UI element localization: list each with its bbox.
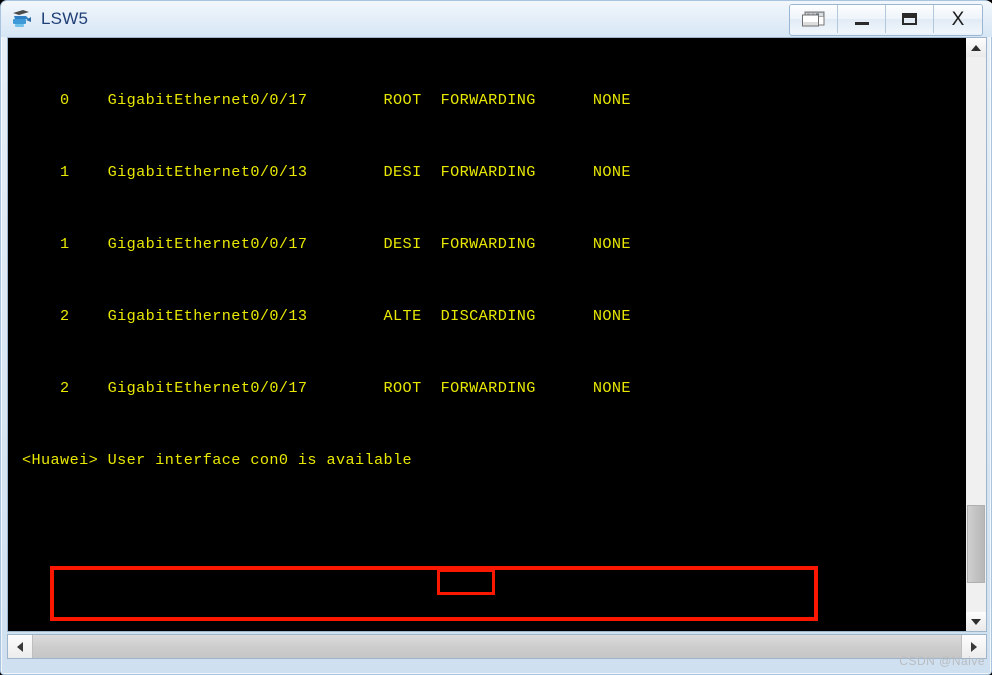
chevron-left-icon — [17, 641, 23, 652]
close-icon: X — [951, 8, 965, 30]
terminal-area: 0 GigabitEthernet0/0/17 ROOT FORWARDING … — [7, 37, 987, 632]
scroll-left-button[interactable] — [8, 635, 32, 658]
terminal-line: 1 GigabitEthernet0/0/13 DESI FORWARDING … — [22, 163, 631, 181]
title-bar[interactable]: LSW5 X — [1, 1, 992, 37]
terminal-window: LSW5 X 0 GigabitEthernet0/0/17 ROOT FORW… — [0, 0, 992, 675]
title-bar-left: LSW5 — [1, 1, 88, 37]
terminal-line: 2 GigabitEthernet0/0/17 ROOT FORWARDING … — [22, 379, 631, 397]
scroll-down-button[interactable] — [966, 612, 986, 631]
terminal-line: 0 GigabitEthernet0/0/17 ROOT FORWARDING … — [22, 91, 631, 109]
vertical-scrollbar-thumb[interactable] — [967, 505, 985, 583]
terminal-line: 2 GigabitEthernet0/0/13 ALTE DISCARDING … — [22, 307, 631, 325]
terminal-line: <Huawei> User interface con0 is availabl… — [22, 451, 413, 469]
maximize-button[interactable] — [886, 5, 934, 33]
terminal-line: 1 GigabitEthernet0/0/17 DESI FORWARDING … — [22, 235, 631, 253]
scroll-up-button[interactable] — [966, 38, 986, 57]
tile-windows-button[interactable] — [790, 5, 838, 33]
minimize-icon — [854, 21, 869, 25]
horizontal-scrollbar-thumb[interactable] — [32, 635, 962, 658]
vertical-scrollbar[interactable] — [965, 38, 986, 631]
horizontal-scrollbar[interactable] — [7, 634, 987, 659]
window-title: LSW5 — [41, 9, 89, 28]
maximize-icon — [902, 13, 917, 25]
chevron-right-icon — [971, 641, 977, 652]
terminal-output[interactable]: 0 GigabitEthernet0/0/17 ROOT FORWARDING … — [8, 38, 965, 631]
tile-windows-icon — [801, 9, 826, 29]
watermark: CSDN @Naive — [899, 654, 985, 668]
close-button[interactable]: X — [934, 5, 982, 33]
switch-device-icon — [10, 8, 34, 30]
chevron-down-icon — [971, 618, 981, 625]
chevron-up-icon — [971, 44, 981, 51]
minimize-button[interactable] — [838, 5, 886, 33]
window-controls: X — [789, 4, 983, 36]
